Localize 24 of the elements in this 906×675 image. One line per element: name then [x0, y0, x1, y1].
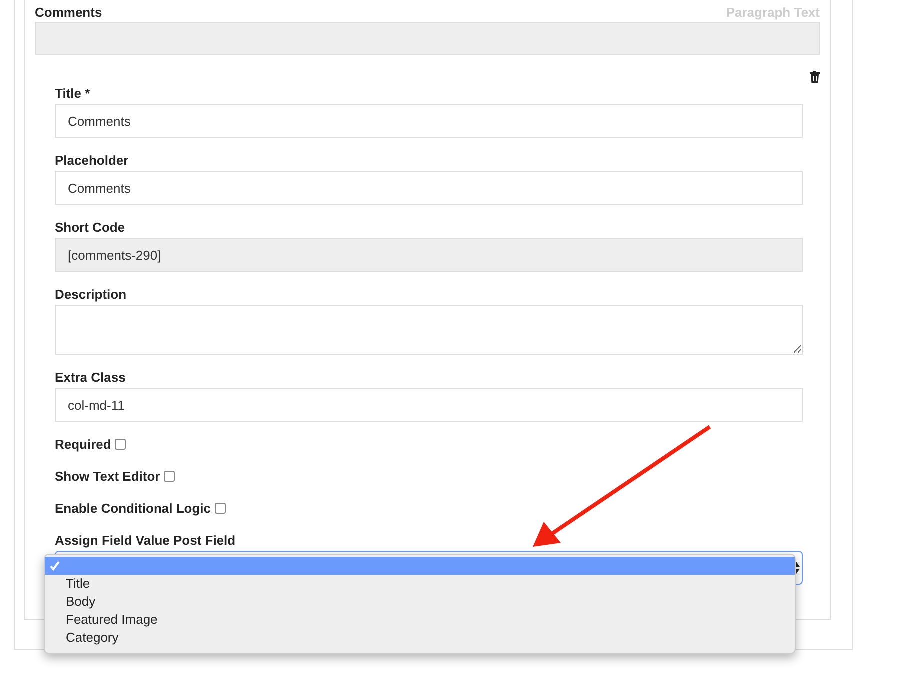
- dropdown-option[interactable]: Body: [45, 593, 795, 611]
- checkmark-icon: [50, 561, 60, 571]
- field-label: Extra Class: [55, 369, 126, 386]
- checkbox[interactable]: [164, 471, 176, 482]
- dropdown-option[interactable]: Category: [45, 629, 795, 647]
- trash-icon[interactable]: [810, 71, 820, 83]
- field-label: Placeholder: [55, 152, 129, 169]
- field-label: Assign Field Value Post Field: [55, 532, 236, 549]
- input-field[interactable]: [comments-290]: [55, 238, 803, 272]
- checkbox-label: Required: [55, 436, 112, 453]
- panel-title: Comments: [35, 4, 102, 20]
- checkbox-label: Show Text Editor: [55, 468, 160, 485]
- input-field[interactable]: col-md-11: [55, 388, 803, 422]
- checkbox-label: Enable Conditional Logic: [55, 500, 211, 517]
- input-field[interactable]: Comments: [55, 104, 803, 138]
- input-field[interactable]: Comments: [55, 171, 803, 205]
- checkbox[interactable]: [215, 503, 226, 514]
- field-label: Description: [55, 286, 127, 303]
- textarea-field[interactable]: [55, 305, 803, 355]
- field-label: Title *: [55, 85, 90, 102]
- dropdown-option[interactable]: Featured Image: [45, 611, 795, 629]
- field-label: Short Code: [55, 219, 126, 236]
- dropdown-option[interactable]: Title: [45, 575, 795, 593]
- checkbox[interactable]: [115, 439, 126, 450]
